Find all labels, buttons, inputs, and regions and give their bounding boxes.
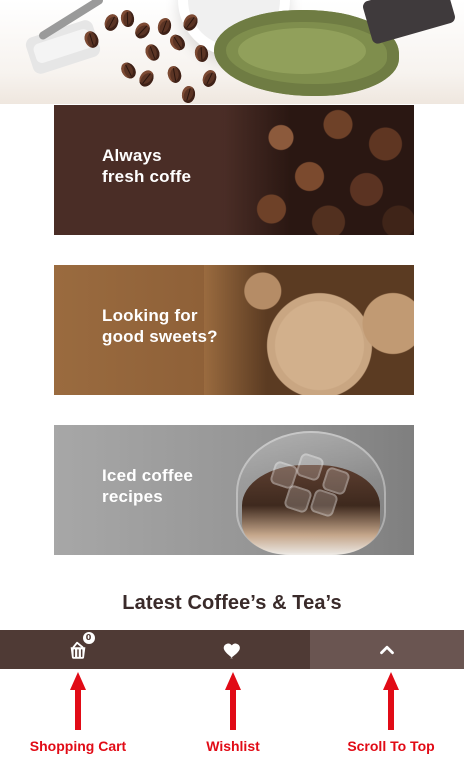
banner-good-sweets[interactable]: Looking for good sweets?: [54, 265, 414, 395]
coffee-bean: [180, 85, 197, 104]
coffee-beans-image: [224, 105, 414, 235]
annotation-shopping-cart: Shopping Cart: [29, 738, 127, 754]
coffee-bean: [102, 12, 121, 33]
coffee-bean: [200, 68, 219, 89]
heart-icon: [222, 639, 244, 661]
cart-count-badge: 0: [82, 631, 95, 644]
annotation-scroll-to-top: Scroll To Top: [347, 738, 435, 754]
scroll-to-top-button[interactable]: [310, 630, 464, 669]
banner-iced-coffee-recipes[interactable]: Iced coffee recipes: [54, 425, 414, 555]
coffee-bean: [142, 41, 163, 64]
bottom-action-bar: 0: [0, 630, 464, 669]
chevron-up-icon: [376, 639, 398, 661]
banner-label: Always fresh coffe: [102, 146, 192, 186]
app-screen: Always fresh coffe Looking for good swee…: [0, 0, 464, 758]
annotation-arrow: [225, 672, 241, 730]
annotation-arrow: [70, 672, 86, 730]
shopping-cart-icon: 0: [67, 631, 95, 661]
annotation-wishlist: Wishlist: [206, 738, 260, 754]
coffee-bean: [165, 64, 184, 85]
coffee-bean: [119, 9, 136, 28]
annotation-arrow: [383, 672, 399, 730]
banner-label: Looking for good sweets?: [102, 306, 218, 346]
coffee-bean: [156, 16, 173, 37]
wishlist-button[interactable]: [155, 630, 310, 669]
banner-label: Iced coffee recipes: [102, 466, 194, 506]
coffee-bean: [167, 31, 188, 54]
shopping-cart-button[interactable]: 0: [0, 630, 155, 669]
coffee-bean: [136, 67, 157, 90]
latest-products-title: Latest Coffee’s & Tea’s: [122, 592, 342, 614]
coffee-bean: [118, 59, 139, 82]
coffee-bean: [132, 19, 153, 42]
banner-always-fresh-coffee[interactable]: Always fresh coffe: [54, 105, 414, 235]
hero-image: [0, 0, 464, 104]
dark-object-shape: [361, 0, 457, 46]
